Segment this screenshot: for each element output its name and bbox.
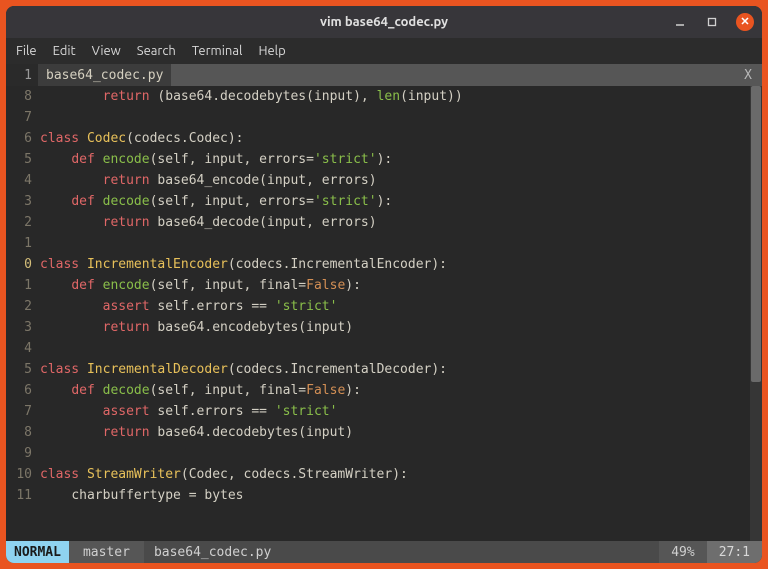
code-text: return base64.decodebytes(input) <box>40 425 353 440</box>
code-line[interactable]: 9 <box>6 443 750 464</box>
code-line[interactable]: 8 return base64.decodebytes(input) <box>6 422 750 443</box>
line-number: 6 <box>6 131 40 146</box>
menu-file[interactable]: File <box>16 44 37 58</box>
statusline: NORMAL master base64_codec.py 49% 27:1 <box>6 541 762 563</box>
code-line[interactable]: 2 return base64_decode(input, errors) <box>6 212 750 233</box>
code-line[interactable]: 3 return base64.encodebytes(input) <box>6 317 750 338</box>
code-line[interactable]: 1 <box>6 233 750 254</box>
code-line[interactable]: 8 return (base64.decodebytes(input), len… <box>6 86 750 107</box>
code-line[interactable]: 10 class StreamWriter(Codec, codecs.Stre… <box>6 464 750 485</box>
code-line[interactable]: 7 <box>6 107 750 128</box>
code-text: def decode(self, input, errors='strict')… <box>40 194 392 209</box>
window-title: vim base64_codec.py <box>6 15 762 29</box>
maximize-icon <box>707 17 717 27</box>
menubar: File Edit View Search Terminal Help <box>6 38 762 64</box>
line-number: 5 <box>6 152 40 167</box>
scrollbar[interactable] <box>750 86 762 541</box>
code-text: def encode(self, input, errors='strict')… <box>40 152 392 167</box>
line-number: 1 <box>6 236 40 251</box>
buffer-spacer <box>171 64 734 86</box>
line-number: 5 <box>6 362 40 377</box>
code-line[interactable]: 0 class IncrementalEncoder(codecs.Increm… <box>6 254 750 275</box>
close-icon: ✕ <box>740 17 749 28</box>
line-number: 3 <box>6 320 40 335</box>
code-line[interactable]: 6 class Codec(codecs.Codec): <box>6 128 750 149</box>
code-line[interactable]: 2 assert self.errors == 'strict' <box>6 296 750 317</box>
buffer-close[interactable]: X <box>734 64 762 86</box>
status-percent: 49% <box>659 541 706 563</box>
line-number: 0 <box>6 257 40 272</box>
titlebar[interactable]: vim base64_codec.py ✕ <box>6 6 762 38</box>
line-number: 7 <box>6 110 40 125</box>
line-number: 11 <box>6 488 40 503</box>
buffer-name[interactable]: base64_codec.py <box>38 64 171 86</box>
status-mode: NORMAL <box>6 541 69 563</box>
line-number: 9 <box>6 446 40 461</box>
code-line[interactable]: 4 return base64_encode(input, errors) <box>6 170 750 191</box>
code-text: return base64_decode(input, errors) <box>40 215 377 230</box>
code-line[interactable]: 11 charbuffertype = bytes <box>6 485 750 506</box>
status-branch: master <box>69 541 144 563</box>
line-number: 6 <box>6 383 40 398</box>
code-text: assert self.errors == 'strict' <box>40 404 337 419</box>
line-number: 8 <box>6 89 40 104</box>
code-text: return (base64.decodebytes(input), len(i… <box>40 89 463 104</box>
line-number: 3 <box>6 194 40 209</box>
menu-terminal[interactable]: Terminal <box>192 44 243 58</box>
code-line[interactable]: 3 def decode(self, input, errors='strict… <box>6 191 750 212</box>
scrollbar-thumb[interactable] <box>751 86 761 382</box>
code-line[interactable]: 1 def encode(self, input, final=False): <box>6 275 750 296</box>
maximize-button[interactable] <box>704 14 720 30</box>
line-number: 2 <box>6 215 40 230</box>
line-number: 4 <box>6 341 40 356</box>
status-file: base64_codec.py <box>144 541 659 563</box>
close-button[interactable]: ✕ <box>736 13 754 31</box>
code-text: class IncrementalEncoder(codecs.Incremen… <box>40 257 447 272</box>
menu-view[interactable]: View <box>92 44 121 58</box>
buffer-number: 1 <box>6 64 38 86</box>
buffer-tabline: 1 base64_codec.py X <box>6 64 762 86</box>
code-text: class Codec(codecs.Codec): <box>40 131 244 146</box>
window-controls: ✕ <box>672 13 754 31</box>
code-text: assert self.errors == 'strict' <box>40 299 337 314</box>
code-text: class StreamWriter(Codec, codecs.StreamW… <box>40 467 408 482</box>
code-line[interactable]: 6 def decode(self, input, final=False): <box>6 380 750 401</box>
menu-help[interactable]: Help <box>258 44 285 58</box>
editor-area[interactable]: 8 return (base64.decodebytes(input), len… <box>6 86 762 541</box>
line-number: 7 <box>6 404 40 419</box>
code-text: class IncrementalDecoder(codecs.Incremen… <box>40 362 447 377</box>
code-text: return base64.encodebytes(input) <box>40 320 353 335</box>
line-number: 2 <box>6 299 40 314</box>
code-line[interactable]: 4 <box>6 338 750 359</box>
line-number: 4 <box>6 173 40 188</box>
line-number: 1 <box>6 278 40 293</box>
terminal-window: vim base64_codec.py ✕ File Edit View Sea… <box>6 6 762 563</box>
code-text: def decode(self, input, final=False): <box>40 383 361 398</box>
menu-search[interactable]: Search <box>137 44 176 58</box>
status-pos: 27:1 <box>707 541 762 563</box>
line-number: 8 <box>6 425 40 440</box>
code-area[interactable]: 8 return (base64.decodebytes(input), len… <box>6 86 750 541</box>
line-number: 10 <box>6 467 40 482</box>
code-line[interactable]: 7 assert self.errors == 'strict' <box>6 401 750 422</box>
menu-edit[interactable]: Edit <box>53 44 76 58</box>
code-line[interactable]: 5 class IncrementalDecoder(codecs.Increm… <box>6 359 750 380</box>
minimize-button[interactable] <box>672 14 688 30</box>
code-text: return base64_encode(input, errors) <box>40 173 377 188</box>
code-line[interactable]: 5 def encode(self, input, errors='strict… <box>6 149 750 170</box>
minimize-icon <box>675 17 685 27</box>
code-text: charbuffertype = bytes <box>40 488 244 503</box>
code-text: def encode(self, input, final=False): <box>40 278 361 293</box>
